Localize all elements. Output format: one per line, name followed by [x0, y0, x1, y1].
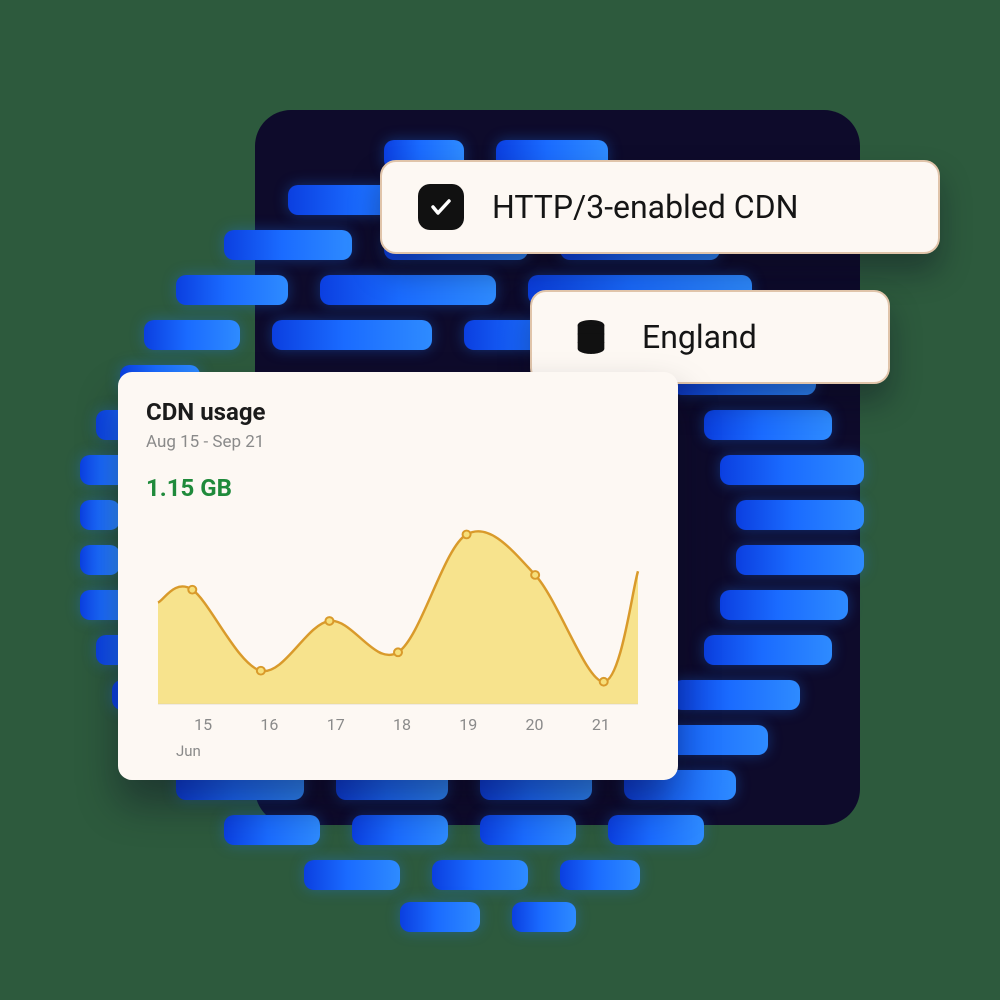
x-tick: 20	[501, 715, 567, 734]
x-tick: 21	[568, 715, 634, 734]
x-axis-labels: 15161718192021	[146, 715, 650, 734]
card-date-range: Aug 15 - Sep 21	[146, 432, 650, 452]
month-label: Jun	[176, 742, 201, 760]
x-tick: 16	[236, 715, 302, 734]
x-tick: 18	[369, 715, 435, 734]
cdn-usage-card: CDN usage Aug 15 - Sep 21 1.15 GB 151617…	[118, 372, 678, 780]
location-chip[interactable]: England	[530, 290, 890, 384]
http3-label: HTTP/3-enabled CDN	[492, 188, 798, 226]
http3-chip[interactable]: HTTP/3-enabled CDN	[380, 160, 940, 254]
usage-chart: 15161718192021 Jun	[146, 510, 650, 762]
x-tick: 15	[170, 715, 236, 734]
x-tick: 19	[435, 715, 501, 734]
checkmark-icon	[418, 184, 464, 230]
database-icon	[568, 314, 614, 360]
x-tick: 17	[303, 715, 369, 734]
card-metric: 1.15 GB	[146, 474, 650, 502]
card-title: CDN usage	[146, 398, 650, 426]
location-label: England	[642, 318, 757, 356]
